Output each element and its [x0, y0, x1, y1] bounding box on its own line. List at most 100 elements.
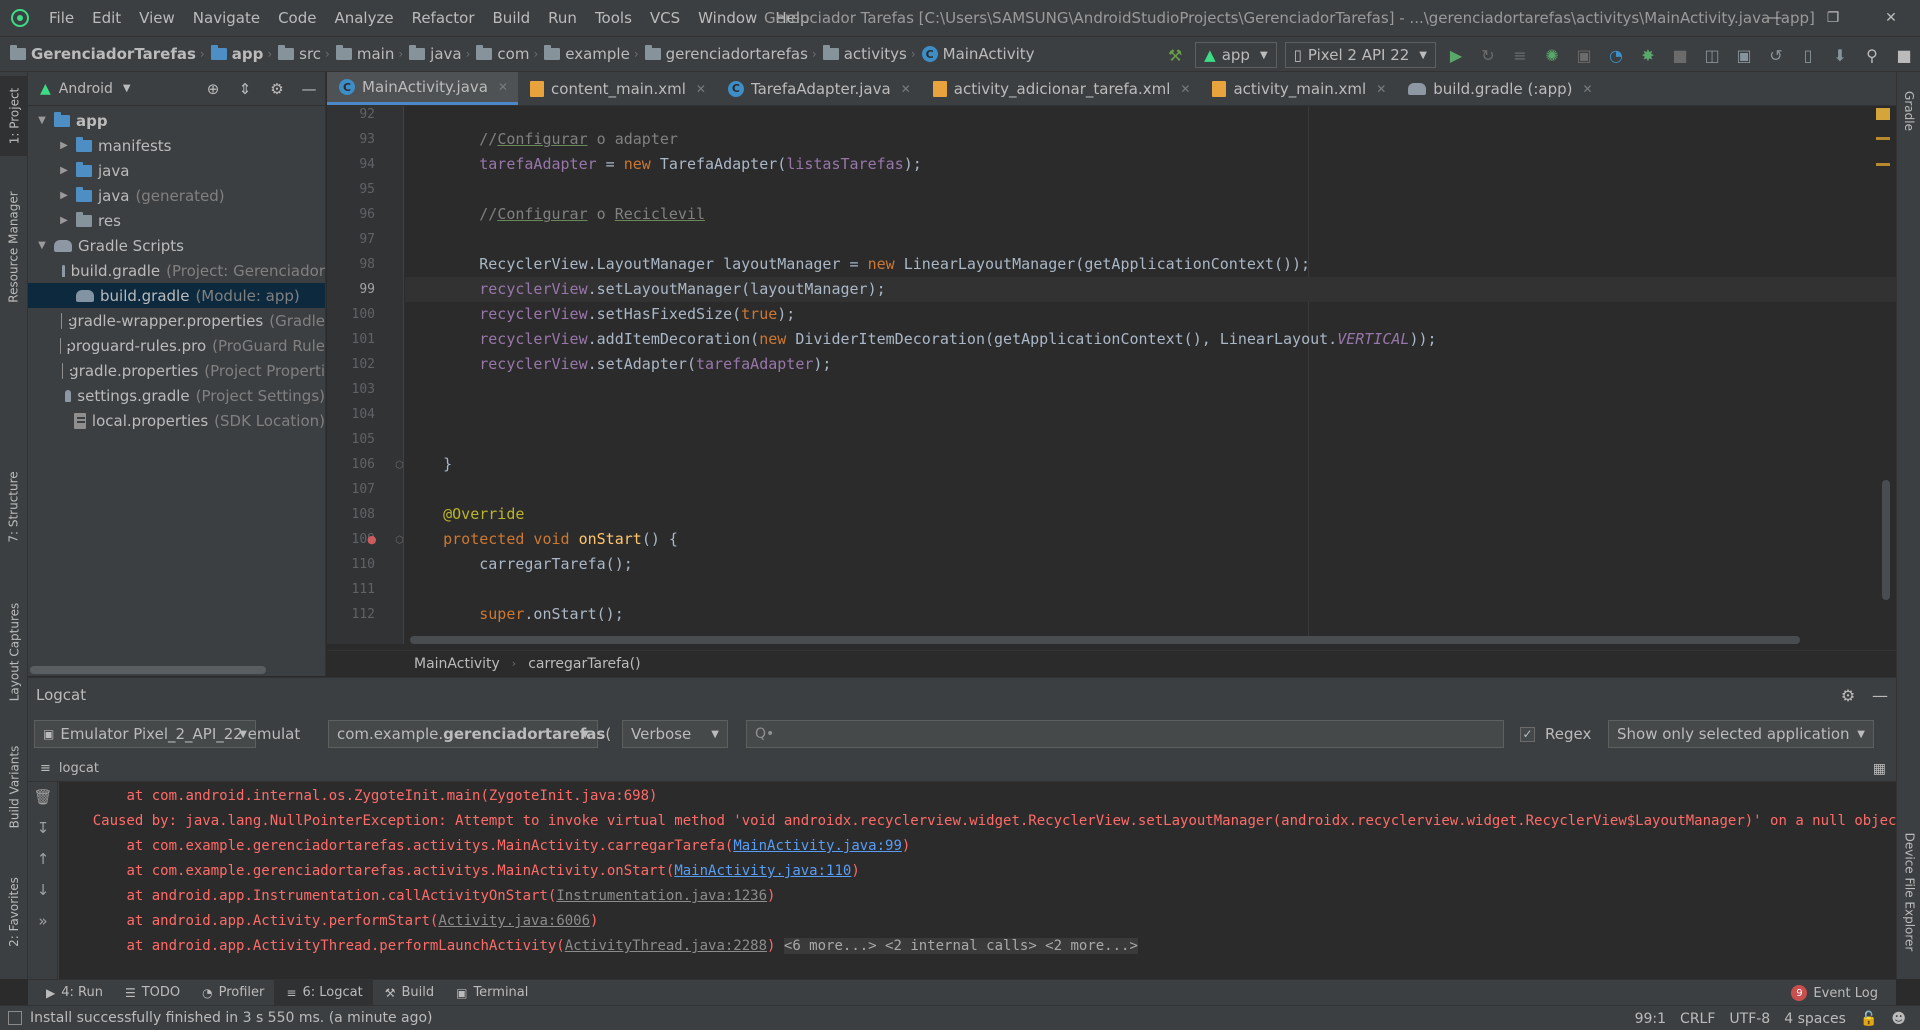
menu-analyze[interactable]: Analyze	[325, 0, 402, 36]
menu-run[interactable]: Run	[539, 0, 586, 36]
breadcrumb-item-activitys[interactable]: activitys ›	[822, 45, 922, 63]
restore-icon[interactable]: ❐	[1804, 0, 1862, 36]
stacktrace-link[interactable]: Instrumentation.java:1236	[556, 888, 767, 904]
device-select[interactable]: ▯ Pixel 2 API 22 ▼	[1284, 42, 1436, 68]
locate-crosshair-icon[interactable]: ⊕	[197, 80, 229, 98]
menu-file[interactable]: File	[40, 0, 83, 36]
run-play-icon[interactable]: ▶	[1440, 37, 1472, 73]
logcat-output[interactable]: at com.android.internal.os.ZygoteInit.ma…	[59, 782, 1896, 980]
layout-captures-tool-tab[interactable]: Layout Captures	[0, 592, 28, 712]
breadcrumb-item-gerenciadortarefas[interactable]: gerenciadortarefas ›	[644, 45, 823, 63]
close-tab-icon[interactable]: ✕	[696, 82, 706, 96]
breadcrumb-item-mainactivity[interactable]: C MainActivity	[921, 45, 1035, 63]
breadcrumb-item-java[interactable]: java ›	[409, 45, 476, 63]
code-line[interactable]	[405, 227, 407, 252]
log-line[interactable]: at android.app.ActivityThread.performLau…	[59, 934, 1138, 959]
code-line[interactable]: recyclerView.setAdapter(tarefaAdapter);	[405, 352, 831, 377]
apply-code-changes-icon[interactable]: ≡	[1504, 37, 1536, 73]
menu-window[interactable]: Window	[689, 0, 766, 36]
log-text[interactable]: <2 internal calls> <2 more...>	[876, 938, 1138, 954]
chevron-down-icon[interactable]: ▼	[34, 240, 50, 251]
tree-item-build-gradle[interactable]: build.gradle (Project: Gerenciador	[28, 258, 325, 283]
tree-item-app[interactable]: ▼ app	[28, 108, 325, 133]
menu-tools[interactable]: Tools	[586, 0, 641, 36]
avd-manager-icon[interactable]: ▯	[1792, 37, 1824, 73]
logcat-search-input[interactable]: Q•	[746, 720, 1504, 748]
breadcrumb-method[interactable]: carregarTarefa()	[528, 656, 640, 672]
tree-item-gradle-wrapper-properties[interactable]: gradle-wrapper.properties (Gradle	[28, 308, 325, 333]
breadcrumb-item-app[interactable]: app ›	[210, 45, 278, 63]
tree-item-settings-gradle[interactable]: settings.gradle (Project Settings)	[28, 383, 325, 408]
fold-icon[interactable]: ⬡	[395, 460, 404, 471]
favorites-tool-tab[interactable]: 2: Favorites	[0, 862, 28, 962]
chevron-right-icon[interactable]: ▶	[56, 140, 72, 151]
minimize-icon[interactable]: —	[1746, 0, 1804, 36]
account-avatar-icon[interactable]: ■	[1888, 37, 1920, 73]
line-separator[interactable]: CRLF	[1680, 1011, 1715, 1027]
breadcrumb-item-main[interactable]: main ›	[335, 45, 409, 63]
tool-tab-todo[interactable]: ☰ TODO	[113, 980, 190, 1006]
menu-view[interactable]: View	[130, 0, 184, 36]
code-line[interactable]: //Configurar o Reciclevil	[405, 202, 705, 227]
logcat-subtab[interactable]: logcat	[59, 761, 99, 776]
caret-position[interactable]: 99:1	[1635, 1011, 1666, 1027]
warning-marker[interactable]	[1876, 108, 1890, 120]
sdk-manager-icon[interactable]: ⬇	[1824, 37, 1856, 73]
tool-tab-6-logcat[interactable]: ≡ 6: Logcat	[274, 979, 373, 1006]
lock-icon[interactable]: 🔓	[1860, 1011, 1877, 1027]
breadcrumb-item-com[interactable]: com ›	[476, 45, 544, 63]
menu-build[interactable]: Build	[484, 0, 540, 36]
file-encoding[interactable]: UTF-8	[1729, 1011, 1770, 1027]
tool-tab-build[interactable]: ⚒ Build	[373, 980, 444, 1006]
device-file-explorer-tool-tab[interactable]: Device File Explorer	[1897, 812, 1920, 972]
status-message[interactable]: Install successfully finished in 3 s 550…	[30, 1010, 433, 1026]
code-line[interactable]	[405, 106, 407, 127]
log-line[interactable]: Caused by: java.lang.NullPointerExceptio…	[59, 809, 1896, 834]
tree-item-gradle-properties[interactable]: gradle.properties (Project Properti	[28, 358, 325, 383]
log-level-select[interactable]: Verbose ▼	[622, 720, 728, 748]
code-line[interactable]: @Override	[405, 502, 524, 527]
checkbox-checked-icon[interactable]: ✓	[1520, 726, 1535, 742]
gear-icon[interactable]: ⚙	[1832, 686, 1864, 705]
apply-changes-icon[interactable]: ↻	[1472, 37, 1504, 73]
tool-windows-toggle-icon[interactable]	[8, 1011, 22, 1025]
hide-panel-icon[interactable]: —	[1864, 686, 1896, 705]
code-line[interactable]: super.onStart();	[405, 602, 624, 627]
tool-tab-4-run[interactable]: ▶ 4: Run	[34, 980, 113, 1006]
close-icon[interactable]: ✕	[1862, 0, 1920, 36]
gradle-tool-tab[interactable]: Gradle	[1897, 76, 1920, 146]
indent-setting[interactable]: 4 spaces	[1784, 1011, 1846, 1027]
stop-icon[interactable]: ■	[1664, 37, 1696, 73]
hector-icon[interactable]: ☻	[1891, 1011, 1906, 1027]
tree-item-local-properties[interactable]: local.properties (SDK Location)	[28, 408, 325, 433]
warning-marker[interactable]	[1876, 137, 1890, 140]
profile-gauge-icon[interactable]: ◔	[1600, 37, 1632, 73]
project-structure-icon[interactable]: ◫	[1696, 37, 1728, 73]
chevron-down-icon[interactable]: ▼	[123, 83, 131, 94]
tree-item-gradle-scripts[interactable]: ▼ Gradle Scripts	[28, 233, 325, 258]
menu-code[interactable]: Code	[269, 0, 325, 36]
tree-item-manifests[interactable]: ▶ manifests	[28, 133, 325, 158]
structure-tool-tab[interactable]: 7: Structure	[0, 462, 28, 552]
log-line[interactable]: at com.example.gerenciadortarefas.activi…	[59, 834, 910, 859]
tree-item-res[interactable]: ▶ res	[28, 208, 325, 233]
make-project-hammer-icon[interactable]: ⚒	[1159, 37, 1191, 73]
sync-gradle-icon[interactable]: ↺	[1760, 37, 1792, 73]
log-line[interactable]: at com.android.internal.os.ZygoteInit.ma…	[59, 784, 657, 809]
log-line[interactable]: at android.app.Activity.performStart(Act…	[59, 909, 598, 934]
breadcrumb-item-example[interactable]: example ›	[544, 45, 644, 63]
gear-icon[interactable]: ⚙	[261, 80, 293, 98]
stacktrace-link[interactable]: MainActivity.java:99	[733, 838, 902, 854]
override-gutter-icon[interactable]: ●	[367, 533, 377, 546]
stacktrace-link[interactable]: ActivityThread.java:2288	[565, 938, 767, 954]
device-select[interactable]: ▣ Emulator Pixel_2_API_22 emulat ▼	[34, 720, 300, 748]
code-line[interactable]: carregarTarefa();	[405, 552, 633, 577]
code-line[interactable]: RecyclerView.LayoutManager layoutManager…	[405, 252, 1310, 277]
scroll-to-end-icon[interactable]: ↧	[28, 813, 58, 844]
resource-manager-tool-tab[interactable]: Resource Manager	[0, 182, 28, 312]
log-text[interactable]: <6 more...>	[783, 938, 877, 954]
log-line[interactable]: at com.example.gerenciadortarefas.activi…	[59, 859, 859, 884]
menu-navigate[interactable]: Navigate	[184, 0, 269, 36]
close-tab-icon[interactable]: ✕	[1180, 82, 1190, 96]
debug-bug-icon[interactable]: ✺	[1536, 37, 1568, 73]
